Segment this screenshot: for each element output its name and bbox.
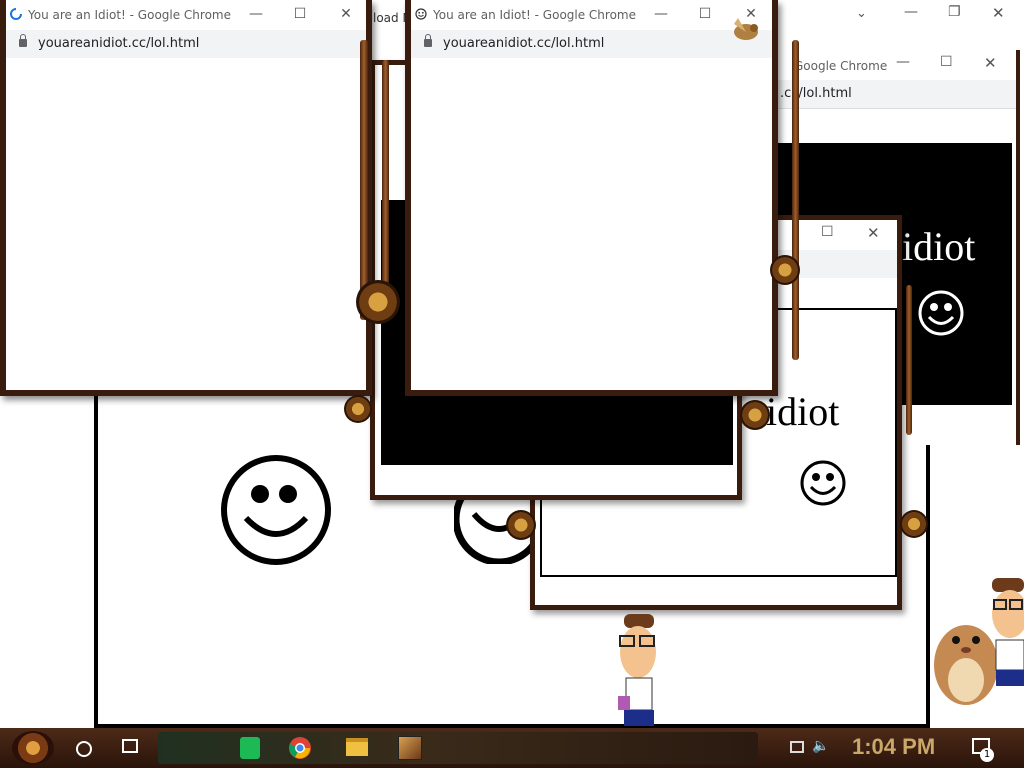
- cartoon-man-sticker: [618, 614, 656, 726]
- smiley-icon: [800, 460, 846, 506]
- chrome-icon[interactable]: [288, 736, 312, 760]
- cortana-icon[interactable]: [76, 741, 92, 757]
- gear-decoration: [506, 510, 536, 540]
- far-back-window-strip: ⌄ — ❐ ✕: [780, 0, 1024, 50]
- file-explorer-icon[interactable]: [346, 738, 368, 756]
- maximize-icon[interactable]: ☐: [940, 54, 953, 70]
- browser-window-2[interactable]: You are an Idiot! - Google Chrome — ☐ ✕ …: [405, 0, 778, 396]
- window-title: You are an Idiot! - Google Chrome: [433, 8, 636, 22]
- close-icon[interactable]: ✕: [867, 224, 880, 242]
- maximize-icon[interactable]: ☐: [821, 224, 834, 240]
- minimize-icon[interactable]: —: [896, 54, 910, 70]
- maximize-icon[interactable]: ☐: [697, 6, 713, 22]
- task-view-icon[interactable]: [122, 739, 138, 753]
- gear-decoration: [344, 395, 372, 423]
- maximize-icon[interactable]: ☐: [292, 6, 308, 22]
- url-text: youareanidiot.cc/lol.html: [443, 36, 605, 51]
- clock-time[interactable]: 1:04 PM: [852, 734, 935, 760]
- smiley-white-icon: [918, 290, 964, 336]
- page-content: [411, 58, 772, 390]
- browser-window-1[interactable]: You are an Idiot! - Google Chrome — ☐ ✕ …: [0, 0, 372, 396]
- lock-icon: [424, 34, 432, 47]
- network-icon[interactable]: [790, 741, 804, 753]
- copper-pipe-decoration: [360, 40, 368, 320]
- game-app-icon[interactable]: [398, 736, 422, 760]
- gear-decoration: [740, 400, 770, 430]
- minimize-icon[interactable]: —: [904, 4, 918, 20]
- gear-decoration: [356, 280, 400, 324]
- close-icon[interactable]: ✕: [992, 4, 1005, 22]
- copper-pipe-decoration: [792, 40, 799, 360]
- loading-spinner-icon: [10, 8, 22, 20]
- gear-decoration: [900, 510, 928, 538]
- taskbar: 🔈 1:04 PM 1: [0, 728, 1024, 768]
- cartoon-man-sticker: [992, 578, 1024, 686]
- bird-sticker: [734, 18, 758, 40]
- smiley-icon: [221, 455, 331, 565]
- copper-pipe-decoration: [906, 285, 912, 435]
- close-icon[interactable]: ✕: [338, 6, 354, 22]
- window-title: Google Chrome: [794, 59, 888, 73]
- notification-badge: 1: [980, 748, 994, 762]
- close-icon[interactable]: ✕: [984, 54, 997, 72]
- chevron-down-icon[interactable]: ⌄: [856, 6, 867, 21]
- url-text: .cc/lol.html: [780, 86, 852, 101]
- gear-decoration: [770, 255, 800, 285]
- title-bar: You are an Idiot! - Google Chrome — ☐ ✕: [6, 0, 366, 30]
- address-bar[interactable]: youareanidiot.cc/lol.html: [411, 30, 772, 59]
- start-orb[interactable]: [12, 731, 54, 765]
- address-bar[interactable]: youareanidiot.cc/lol.html: [6, 30, 366, 59]
- volume-muted-icon[interactable]: 🔈: [812, 738, 829, 754]
- spotify-icon[interactable]: [240, 737, 260, 759]
- url-text: youareanidiot.cc/lol.html: [38, 36, 200, 51]
- address-bar: .cc/lol.html: [770, 80, 1016, 109]
- restore-icon[interactable]: ❐: [948, 4, 961, 20]
- smiley-favicon-icon: [415, 8, 427, 20]
- minimize-icon[interactable]: —: [248, 6, 264, 22]
- window-title: You are an Idiot! - Google Chrome: [28, 8, 231, 22]
- idiot-text: idiot: [902, 224, 976, 269]
- lock-icon: [19, 34, 27, 47]
- minimize-icon[interactable]: —: [653, 6, 669, 22]
- title-bar: You are an Idiot! - Google Chrome — ☐ ✕: [411, 0, 772, 30]
- page-content: [6, 58, 366, 390]
